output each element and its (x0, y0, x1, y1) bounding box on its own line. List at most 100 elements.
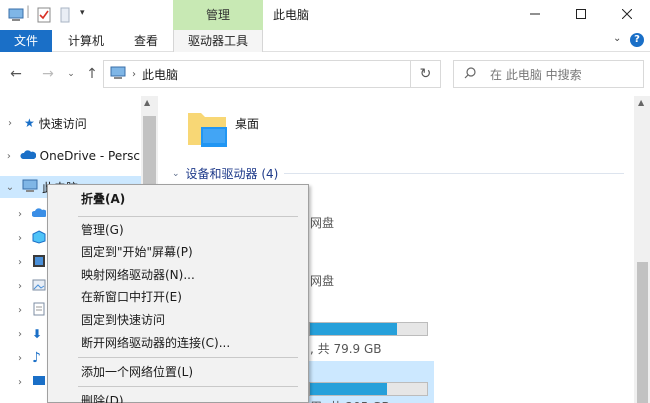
search-icon (464, 66, 476, 82)
nav-item-onedrive[interactable]: › OneDrive - Persc (0, 145, 140, 167)
desktop-folder-label[interactable]: 桌面 (235, 115, 259, 132)
nav-item-music[interactable]: › ♪ (0, 347, 41, 369)
up-button[interactable]: ↑ (82, 64, 102, 84)
refresh-icon: ↻ (419, 66, 432, 82)
chevron-right-icon: › (18, 256, 22, 268)
music-icon: ♪ (32, 350, 41, 366)
close-button[interactable] (604, 0, 650, 30)
menu-item-add-network-location[interactable]: 添加一个网络位置(L) (49, 361, 307, 383)
netdisk-label-2[interactable]: 网盘 (310, 272, 334, 289)
maximize-icon (576, 8, 586, 22)
drive-capacity-2: 用, 共 205 GB (310, 398, 390, 403)
tab-computer[interactable]: 计算机 (68, 30, 104, 52)
separator-icon: | (26, 4, 31, 18)
drive-capacity-1: , 共 79.9 GB (310, 342, 382, 356)
search-input[interactable]: 在 此电脑 中搜索 (453, 60, 644, 88)
nav-item-documents[interactable]: › (0, 299, 46, 321)
netdisk-label-1[interactable]: 网盘 (310, 214, 334, 231)
chevron-right-icon: › (18, 208, 22, 220)
cloud-icon (20, 149, 36, 163)
chevron-right-icon: › (18, 328, 22, 340)
context-menu: 折叠(A) 管理(G) 固定到"开始"屏幕(P) 映射网络驱动器(N)... 在… (47, 184, 309, 403)
content-scrollbar-thumb[interactable] (637, 262, 648, 403)
chevron-right-icon: › (18, 232, 22, 244)
customize-toolbar-icon[interactable]: ▾ (80, 8, 85, 18)
menu-separator (78, 386, 298, 387)
chevron-down-icon: ⌄ (5, 181, 15, 193)
group-divider (284, 173, 625, 174)
menu-item-collapse[interactable]: 折叠(A) (49, 188, 307, 210)
help-icon[interactable]: ? (630, 33, 644, 47)
refresh-button[interactable]: ↻ (411, 60, 441, 88)
forward-button[interactable]: → (38, 64, 58, 84)
drive-usage-fill-2 (310, 383, 388, 395)
chevron-right-icon: › (18, 352, 22, 364)
chevron-right-icon: › (18, 304, 22, 316)
back-button[interactable]: ← (6, 64, 26, 84)
download-icon: ⬇ (32, 327, 43, 341)
arrow-left-icon: ← (10, 66, 22, 82)
drive-usage-bar-2 (309, 382, 428, 396)
nav-item-downloads[interactable]: › ⬇ (0, 323, 42, 345)
nav-item-objects[interactable]: › (0, 227, 46, 249)
manage-context-tab[interactable]: 管理 (173, 0, 263, 30)
tab-drive-tools[interactable]: 驱动器工具 (173, 30, 263, 52)
chevron-right-icon: › (6, 150, 11, 162)
breadcrumb-this-pc[interactable]: 此电脑 (142, 66, 178, 83)
cube-icon (32, 229, 46, 247)
desktop-icon (32, 375, 46, 390)
cloud-folder-icon (31, 207, 48, 221)
chevron-down-icon: ⌄ (67, 69, 75, 79)
minimize-icon (530, 8, 540, 22)
maximize-button[interactable] (558, 0, 604, 30)
drive-usage-bar-1 (309, 322, 428, 336)
arrow-up-icon: ↑ (86, 66, 98, 82)
devices-group-header[interactable]: ⌄ 设备和驱动器 (4) (172, 165, 625, 182)
minimize-button[interactable] (512, 0, 558, 30)
picture-icon (32, 278, 46, 295)
collapse-ribbon-icon[interactable]: ⌄ (613, 33, 621, 44)
nav-item-label: 快速访问 (38, 116, 87, 131)
menu-separator (78, 357, 298, 358)
menu-item-pin-to-start[interactable]: 固定到"开始"屏幕(P) (49, 241, 307, 263)
computer-icon (110, 66, 126, 83)
computer-icon (22, 179, 38, 196)
scroll-up-icon[interactable]: ▲ (638, 98, 644, 107)
nav-item-3d-objects[interactable]: › (0, 203, 48, 225)
new-folder-icon[interactable] (60, 7, 70, 26)
scroll-up-icon[interactable]: ▲ (144, 98, 150, 107)
nav-item-quick-access[interactable]: › ★ 快速访问 (0, 112, 87, 134)
desktop-folder-item[interactable] (185, 107, 229, 154)
computer-icon[interactable] (8, 7, 24, 26)
nav-item-desktop[interactable]: › (0, 371, 46, 393)
chevron-down-icon: ⌄ (172, 168, 180, 179)
menu-item-manage[interactable]: 管理(G) (49, 219, 307, 241)
menu-item-pin-quick-access[interactable]: 固定到快速访问 (49, 309, 307, 331)
tab-view[interactable]: 查看 (134, 30, 158, 52)
film-icon (32, 254, 46, 271)
arrow-right-icon: → (42, 66, 54, 82)
properties-icon[interactable] (37, 7, 51, 26)
search-placeholder: 在 此电脑 中搜索 (490, 67, 582, 82)
menu-item-disconnect-network-drive[interactable]: 断开网络驱动器的连接(C)... (49, 332, 307, 354)
menu-separator (78, 216, 298, 217)
chevron-right-icon: › (8, 117, 12, 129)
drive-usage-fill-1 (310, 323, 397, 335)
breadcrumb-chevron-icon: › (132, 68, 136, 80)
nav-item-videos[interactable]: › (0, 251, 46, 273)
chevron-right-icon: › (18, 376, 22, 388)
group-header-label: 设备和驱动器 (4) (185, 167, 279, 181)
nav-item-label: OneDrive - Persc (39, 149, 140, 163)
star-icon: ★ (24, 116, 35, 130)
chevron-right-icon: › (18, 280, 22, 292)
tab-file[interactable]: 文件 (0, 30, 52, 52)
document-icon (32, 302, 46, 319)
recent-locations-button[interactable]: ⌄ (64, 64, 78, 84)
desktop-folder-icon (185, 113, 229, 154)
menu-item-delete[interactable]: 删除(D) (49, 390, 307, 403)
close-icon (621, 8, 633, 22)
menu-item-open-new-window[interactable]: 在新窗口中打开(E) (49, 286, 307, 308)
menu-item-map-network-drive[interactable]: 映射网络驱动器(N)... (49, 264, 307, 286)
nav-item-pictures[interactable]: › (0, 275, 46, 297)
address-bar[interactable]: › 此电脑 (103, 60, 411, 88)
